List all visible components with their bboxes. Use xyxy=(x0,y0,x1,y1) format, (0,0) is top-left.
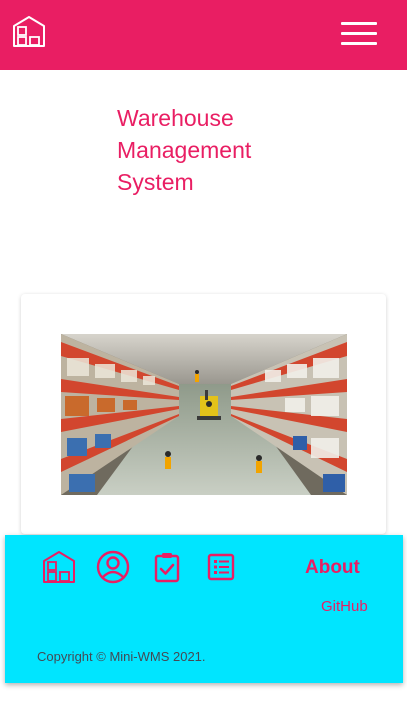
copyright-text: Copyright © Mini-WMS 2021. xyxy=(37,649,206,664)
page-title: Warehouse Management System xyxy=(117,105,252,195)
warehouse-aisle-photo xyxy=(61,334,347,495)
github-link[interactable]: GitHub xyxy=(321,598,368,615)
list-icon[interactable] xyxy=(203,549,239,585)
hamburger-menu-icon[interactable] xyxy=(341,21,377,47)
menu-bar xyxy=(341,42,377,45)
footer: About GitHub Copyright © Mini-WMS 2021. xyxy=(5,535,403,683)
menu-bar xyxy=(341,22,377,25)
about-heading: About xyxy=(305,557,360,578)
warehouse-icon[interactable] xyxy=(12,15,46,47)
user-circle-icon[interactable] xyxy=(95,549,131,585)
clipboard-check-icon[interactable] xyxy=(149,549,185,585)
menu-bar xyxy=(341,32,377,35)
warehouse-icon[interactable] xyxy=(41,549,77,585)
image-card xyxy=(21,294,386,534)
app-header xyxy=(0,0,407,70)
